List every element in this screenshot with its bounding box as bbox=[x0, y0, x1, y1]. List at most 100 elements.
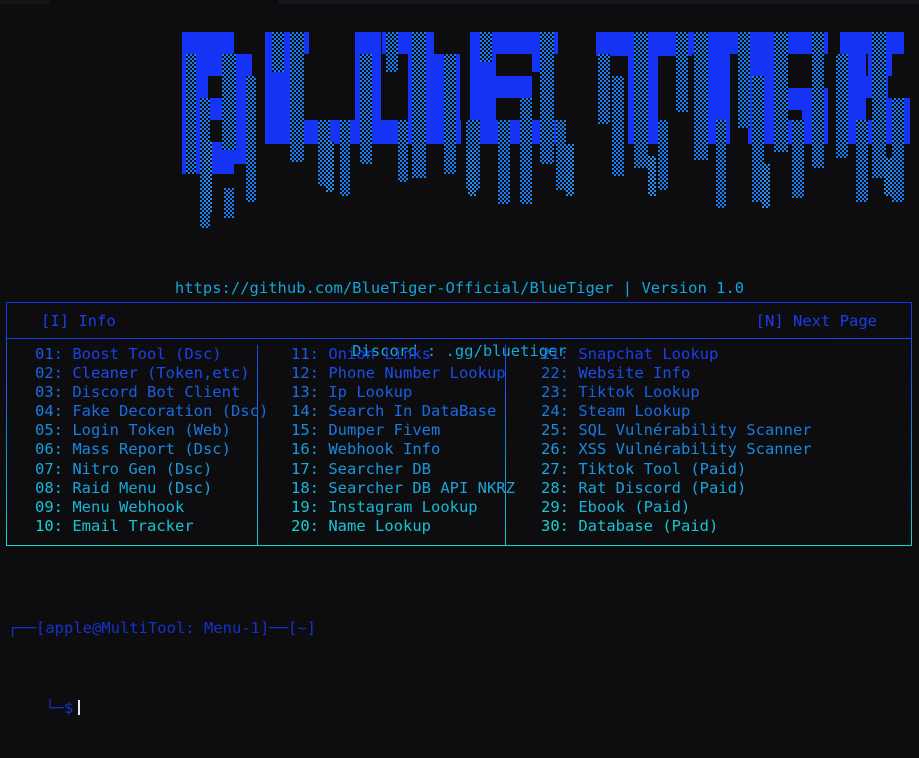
menu-option-info[interactable]: [I] Info bbox=[41, 312, 116, 330]
menu-item-number: 14: bbox=[291, 402, 319, 421]
ascii-art-banner bbox=[0, 8, 919, 230]
menu-item-label: Mass Report (Dsc) bbox=[63, 440, 231, 459]
menu-item[interactable]: 30: Database (Paid) bbox=[541, 517, 909, 536]
menu-item-number: 18: bbox=[291, 478, 319, 497]
shell-prompt: ┌──[apple@MultiTool: Menu-1]──[~] └─$ bbox=[8, 578, 316, 758]
menu-item[interactable]: 13: Ip Lookup bbox=[291, 383, 505, 402]
menu-item[interactable]: 21: Snapchat Lookup bbox=[541, 345, 909, 364]
menu-item[interactable]: 26: XSS Vulnérability Scanner bbox=[541, 440, 909, 459]
menu-item-label: Email Tracker bbox=[63, 516, 194, 535]
menu-item[interactable]: 27: Tiktok Tool (Paid) bbox=[541, 460, 909, 479]
menu-item-label: Searcher DB API NKRZ bbox=[319, 478, 515, 497]
menu-item-label: Menu Webhook bbox=[63, 497, 185, 516]
menu-item-label: Webhook Info bbox=[319, 440, 441, 459]
menu-item-number: 20: bbox=[291, 516, 319, 535]
menu-item[interactable]: 01: Boost Tool (Dsc) bbox=[35, 345, 257, 364]
menu-item[interactable]: 12: Phone Number Lookup bbox=[291, 364, 506, 383]
menu-item[interactable]: 18: Searcher DB API NKRZ bbox=[291, 478, 515, 498]
menu-item-number: 29: bbox=[541, 497, 569, 516]
menu-item-number: 03: bbox=[35, 383, 63, 402]
menu-item[interactable]: 04: Fake Decoration (Dsc) bbox=[35, 402, 268, 421]
menu-item-number: 13: bbox=[291, 383, 319, 402]
menu-item-label: Ip Lookup bbox=[319, 383, 413, 402]
menu-item-label: Snapchat Lookup bbox=[569, 345, 719, 363]
prompt-line-2: └─$ bbox=[8, 678, 316, 738]
menu-item-label: Tiktok Tool (Paid) bbox=[569, 459, 747, 478]
menu-option-next-page[interactable]: [N] Next Page bbox=[756, 312, 877, 330]
prompt-symbol: └─$ bbox=[45, 699, 74, 717]
menu-item[interactable]: 09: Menu Webhook bbox=[35, 498, 257, 517]
menu-item-number: 09: bbox=[35, 497, 63, 516]
menu-item-number: 15: bbox=[291, 421, 319, 440]
menu-item-label: Phone Number Lookup bbox=[319, 364, 506, 383]
menu-item-label: Fake Decoration (Dsc) bbox=[63, 402, 269, 421]
menu-item-number: 28: bbox=[541, 478, 569, 497]
menu-header-row: [I] Info [N] Next Page bbox=[7, 303, 911, 339]
menu-item-label: Searcher DB bbox=[319, 459, 431, 478]
menu-item[interactable]: 19: Instagram Lookup bbox=[291, 498, 505, 517]
menu-item[interactable]: 28: Rat Discord (Paid) bbox=[541, 479, 909, 498]
menu-item-label: Discord Bot Client bbox=[63, 383, 241, 402]
window-title-strip bbox=[0, 0, 919, 4]
menu-item-number: 08: bbox=[35, 478, 63, 497]
menu-item-label: Login Token (Web) bbox=[63, 421, 231, 440]
menu-item-number: 30: bbox=[541, 516, 569, 535]
menu-item-label: Database (Paid) bbox=[569, 516, 719, 535]
menu-item-label: SQL Vulnérability Scanner bbox=[569, 421, 812, 440]
menu-item[interactable]: 15: Dumper Fivem bbox=[291, 421, 505, 440]
menu-item[interactable]: 05: Login Token (Web) bbox=[35, 421, 257, 440]
menu-item-label: Raid Menu (Dsc) bbox=[63, 478, 213, 497]
menu-item[interactable]: 16: Webhook Info bbox=[291, 440, 505, 459]
menu-item[interactable]: 17: Searcher DB bbox=[291, 460, 505, 479]
menu-item-number: 07: bbox=[35, 459, 63, 478]
menu-item[interactable]: 02: Cleaner (Token,etc) bbox=[35, 364, 257, 383]
menu-item[interactable]: 23: Tiktok Lookup bbox=[541, 383, 909, 402]
menu-item-number: 06: bbox=[35, 440, 63, 459]
menu-item-number: 10: bbox=[35, 516, 63, 535]
menu-item-number: 25: bbox=[541, 421, 569, 440]
menu-item[interactable]: 11: Onion Links bbox=[291, 345, 505, 364]
menu-item-label: Rat Discord (Paid) bbox=[569, 478, 747, 497]
menu-item-number: 01: bbox=[35, 345, 63, 363]
menu-item[interactable]: 14: Search In DataBase bbox=[291, 402, 505, 421]
menu-item-number: 26: bbox=[541, 440, 569, 459]
menu-item-label: Website Info bbox=[569, 364, 691, 383]
menu-item-label: Name Lookup bbox=[319, 516, 431, 535]
menu-item[interactable]: 20: Name Lookup bbox=[291, 517, 505, 536]
menu-item-number: 24: bbox=[541, 402, 569, 421]
menu-item[interactable]: 08: Raid Menu (Dsc) bbox=[35, 479, 257, 498]
menu-item-label: Onion Links bbox=[319, 345, 431, 363]
menu-item[interactable]: 25: SQL Vulnérability Scanner bbox=[541, 421, 909, 440]
menu-item-label: Ebook (Paid) bbox=[569, 497, 691, 516]
menu-item[interactable]: 22: Website Info bbox=[541, 364, 909, 383]
menu-item-label: Boost Tool (Dsc) bbox=[63, 345, 222, 363]
menu-item-label: Cleaner (Token,etc) bbox=[63, 364, 250, 383]
menu-item-number: 04: bbox=[35, 402, 63, 421]
menu-item[interactable]: 07: Nitro Gen (Dsc) bbox=[35, 460, 257, 479]
menu-item[interactable]: 10: Email Tracker bbox=[35, 517, 257, 536]
main-menu-box: [I] Info [N] Next Page 01: Boost Tool (D… bbox=[6, 302, 912, 546]
menu-item-number: 22: bbox=[541, 364, 569, 383]
menu-item-label: Instagram Lookup bbox=[319, 497, 478, 516]
banner-svg bbox=[182, 32, 910, 228]
menu-item[interactable]: 29: Ebook (Paid) bbox=[541, 498, 909, 517]
menu-item-label: Nitro Gen (Dsc) bbox=[63, 459, 213, 478]
menu-item[interactable]: 06: Mass Report (Dsc) bbox=[35, 440, 257, 459]
menu-item-number: 11: bbox=[291, 345, 319, 363]
menu-item-number: 27: bbox=[541, 459, 569, 478]
menu-item-label: Tiktok Lookup bbox=[569, 383, 700, 402]
menu-item-label: Search In DataBase bbox=[319, 402, 497, 421]
menu-column-3: 21: Snapchat Lookup 22: Website Info 23: T… bbox=[505, 345, 909, 545]
menu-item-number: 21: bbox=[541, 345, 569, 363]
menu-item-number: 02: bbox=[35, 364, 63, 383]
menu-item-number: 12: bbox=[291, 364, 319, 383]
menu-item[interactable]: 03: Discord Bot Client bbox=[35, 383, 257, 402]
text-cursor[interactable] bbox=[78, 700, 81, 715]
menu-item-number: 05: bbox=[35, 421, 63, 440]
menu-item-number: 17: bbox=[291, 459, 319, 478]
menu-item[interactable]: 24: Steam Lookup bbox=[541, 402, 909, 421]
github-url-line: https://github.com/BlueTiger-Official/Bl… bbox=[174, 279, 745, 297]
menu-item-number: 16: bbox=[291, 440, 319, 459]
menu-column-2: 11: Onion Links 12: Phone Number Lookup 13… bbox=[257, 345, 515, 545]
prompt-line-1: ┌──[apple@MultiTool: Menu-1]──[~] bbox=[8, 619, 316, 637]
